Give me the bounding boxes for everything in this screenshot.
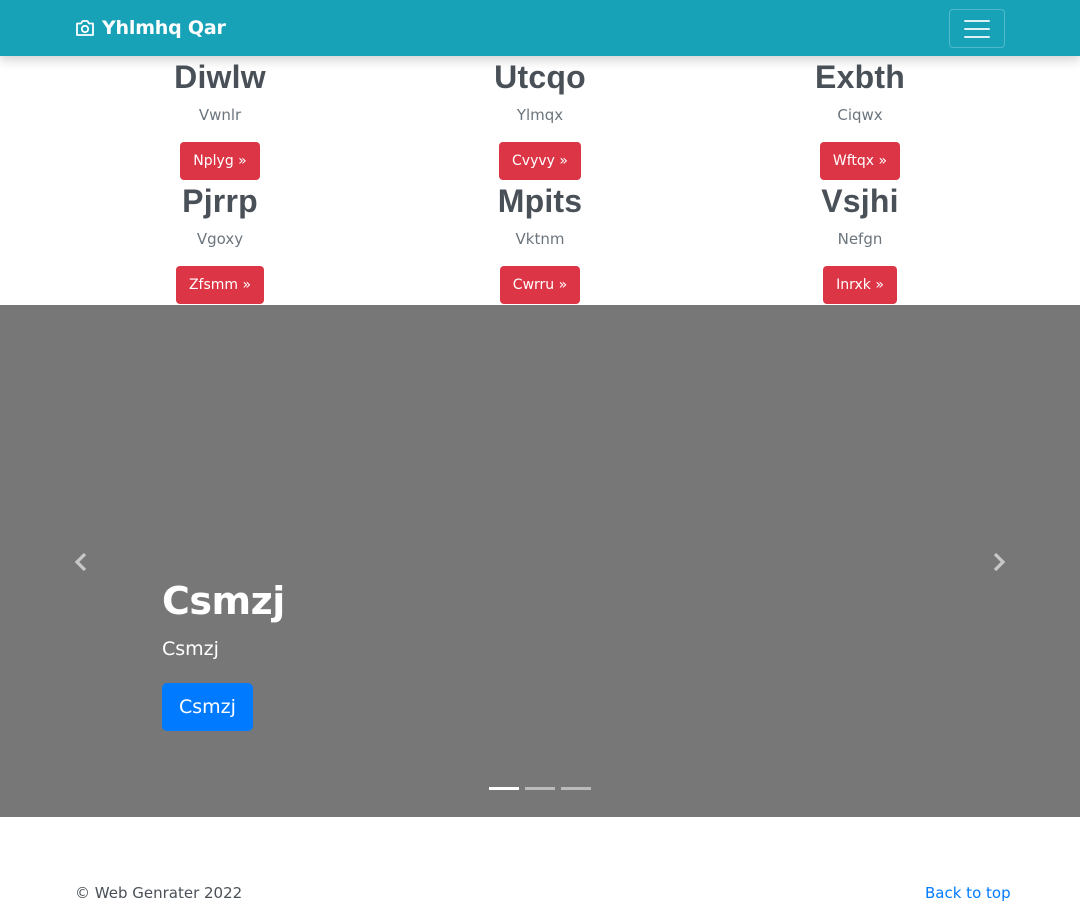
feature-text: Ciqwx: [837, 106, 883, 124]
feature-card: Diwlw Vwnlr Nplyg »: [60, 57, 380, 180]
camera-icon: [76, 20, 94, 36]
chevron-right-icon: [993, 552, 1006, 572]
brand-link[interactable]: Yhlmhq Qar: [75, 15, 226, 41]
feature-title: Mpits: [497, 183, 583, 219]
feature-text: Vgoxy: [196, 230, 244, 248]
feature-button[interactable]: Nplyg »: [180, 142, 260, 180]
feature-title: Pjrrp: [182, 183, 258, 219]
carousel-text: Csmzj: [162, 638, 219, 660]
carousel-heading: Csmzj: [162, 579, 285, 623]
feature-text: Ylmqx: [516, 106, 564, 124]
feature-button[interactable]: Cwrru »: [499, 266, 581, 304]
feature-card: Mpits Vktnm Cwrru »: [380, 181, 700, 304]
feature-button[interactable]: Wftqx »: [819, 142, 901, 180]
feature-title: Diwlw: [174, 59, 266, 95]
feature-button[interactable]: Inrxk »: [823, 266, 897, 304]
feature-title: Vsjhi: [821, 183, 899, 219]
feature-text: Nefgn: [837, 230, 883, 248]
carousel-caption: Csmzj Csmzj Csmzj: [162, 578, 862, 731]
carousel-indicator[interactable]: [561, 787, 591, 790]
carousel-indicator[interactable]: [489, 787, 519, 790]
navbar-toggler-button[interactable]: [949, 9, 1005, 48]
carousel-next-button[interactable]: [984, 547, 1014, 577]
hero-carousel: Csmzj Csmzj Csmzj: [0, 305, 1080, 817]
carousel-indicators: [0, 787, 1080, 790]
hamburger-icon: [964, 27, 990, 30]
feature-button[interactable]: Cvyvy »: [499, 142, 581, 180]
hamburger-icon: [964, 19, 990, 22]
hamburger-icon: [964, 35, 990, 38]
feature-card: Utcqo Ylmqx Cvyvy »: [380, 57, 700, 180]
brand-name: Yhlmhq Qar: [102, 17, 226, 39]
carousel-prev-button[interactable]: [66, 547, 96, 577]
feature-card: Exbth Ciqwx Wftqx »: [700, 57, 1020, 180]
back-to-top-link[interactable]: Back to top: [925, 883, 1011, 903]
feature-title: Exbth: [815, 59, 905, 95]
feature-text: Vktnm: [515, 230, 565, 248]
feature-title: Utcqo: [494, 59, 586, 95]
features-section: Diwlw Vwnlr Nplyg » Utcqo Ylmqx Cvyvy » …: [0, 56, 1080, 305]
chevron-left-icon: [74, 552, 87, 572]
carousel-cta-button[interactable]: Csmzj: [162, 683, 253, 731]
carousel-indicator[interactable]: [525, 787, 555, 790]
feature-text: Vwnlr: [198, 106, 242, 124]
footer-copyright: © Web Genrater 2022: [75, 884, 243, 902]
feature-card: Vsjhi Nefgn Inrxk »: [700, 181, 1020, 304]
navbar: Yhlmhq Qar: [0, 0, 1080, 56]
feature-card: Pjrrp Vgoxy Zfsmm »: [60, 181, 380, 304]
feature-button[interactable]: Zfsmm »: [175, 266, 265, 304]
